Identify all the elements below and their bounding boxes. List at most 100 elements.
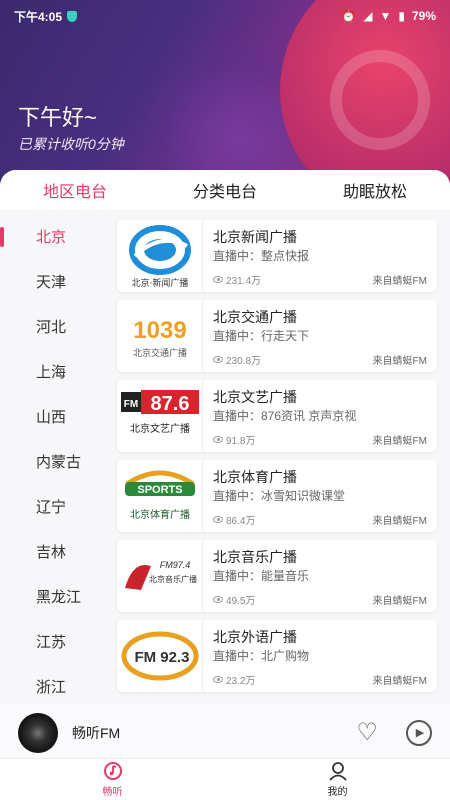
listener-count-value: 231.4万	[226, 276, 262, 287]
station-logo: FM 92.3	[117, 620, 203, 692]
station-now-playing: 直播中：行走天下	[213, 329, 310, 343]
region-item[interactable]: 河北	[0, 305, 100, 350]
status-time: 下午4:05	[14, 9, 63, 24]
station-source: 来自蜻蜓FM	[372, 676, 427, 687]
station-now-playing: 直播中：876资讯 京声京视	[213, 409, 357, 423]
greeting: 下午好~	[18, 105, 97, 130]
mini-player[interactable]: 畅听FM ♡ ▶	[0, 705, 450, 760]
station-card[interactable]: FM 92.3 北京外语广播 直播中：北广购物 23.2万 来自蜻蜓FM	[117, 620, 437, 692]
station-now-playing: 直播中：能量音乐	[213, 569, 310, 583]
listener-count-value: 86.4万	[226, 516, 256, 527]
logo-subtext: 北京体育广播	[130, 508, 190, 521]
region-item[interactable]: 黑龙江	[0, 575, 100, 620]
station-logo: FM97.4 北京音乐广播	[117, 540, 203, 612]
station-name: 北京文艺广播	[213, 389, 297, 405]
svg-text:FM: FM	[124, 399, 138, 410]
logo-text: FM97.4	[160, 560, 191, 570]
tab-sleep[interactable]: 助眠放松	[300, 178, 450, 202]
station-logo: 1039 北京交通广播	[117, 300, 203, 372]
logo-text: 北京·新闻广播	[132, 277, 189, 289]
logo-text: 1039	[133, 317, 186, 344]
status-bar: 下午4:05 ⏰ ◢ ▼ ▮ 79%	[0, 0, 450, 32]
station-source: 来自蜻蜓FM	[372, 436, 427, 447]
station-source: 来自蜻蜓FM	[372, 356, 427, 367]
play-button[interactable]: ▶	[406, 719, 432, 746]
station-card[interactable]: SPORTS 北京体育广播 北京体育广播 直播中：冰雪知识微课堂 86.4万 来…	[117, 460, 437, 532]
listener-count: 91.8万	[213, 432, 255, 447]
user-icon	[328, 762, 347, 781]
station-card[interactable]: 北京·新闻广播 北京新闻广播 直播中：整点快报 231.4万 来自蜻蜓FM	[117, 220, 437, 292]
region-item[interactable]: 吉林	[0, 530, 100, 575]
listener-count: 231.4万	[213, 272, 261, 287]
nav-listen[interactable]: 畅听	[0, 759, 225, 800]
shield-icon	[67, 10, 78, 22]
station-list: 北京·新闻广播 北京新闻广播 直播中：整点快报 231.4万 来自蜻蜓FM 10…	[117, 220, 437, 700]
player-title: 畅听FM	[72, 724, 121, 741]
region-item[interactable]: 内蒙古	[0, 440, 100, 485]
station-source: 来自蜻蜓FM	[372, 516, 427, 527]
nav-mine[interactable]: 我的	[225, 759, 450, 800]
station-card[interactable]: FM 87.6 北京文艺广播 北京文艺广播 直播中：876资讯 京声京视 91.…	[117, 380, 437, 452]
music-note-icon	[103, 762, 122, 780]
station-now-playing: 直播中：整点快报	[213, 249, 310, 263]
station-logo: 北京·新闻广播	[117, 220, 203, 292]
station-logo: FM 87.6 北京文艺广播	[117, 380, 203, 452]
play-icon: ▶	[415, 727, 425, 739]
logo-subtext: 北京交通广播	[133, 347, 187, 359]
listeners-icon	[213, 516, 223, 523]
alarm-icon: ⏰	[341, 9, 357, 23]
listener-count: 86.4万	[213, 512, 255, 527]
favorite-heart-icon[interactable]: ♡	[356, 718, 378, 747]
station-name: 北京外语广播	[213, 629, 297, 645]
station-name: 北京音乐广播	[213, 549, 297, 565]
listener-count-value: 91.8万	[226, 436, 256, 447]
listeners-icon	[213, 596, 223, 603]
logo-text: 87.6	[151, 393, 190, 415]
region-item[interactable]: 北京	[0, 215, 100, 260]
decor-ring	[330, 50, 430, 150]
battery-icon: ▮	[398, 9, 405, 23]
station-name: 北京新闻广播	[213, 229, 297, 245]
listeners-icon	[213, 676, 223, 683]
listeners-icon	[213, 356, 223, 363]
nav-label: 畅听	[102, 787, 123, 798]
region-list: 北京 天津 河北 上海 山西 内蒙古 辽宁 吉林 黑龙江 江苏 浙江	[0, 215, 100, 710]
content-panel: 地区电台 分类电台 助眠放松 北京 天津 河北 上海 山西 内蒙古 辽宁 吉林 …	[0, 170, 450, 715]
tab-category[interactable]: 分类电台	[150, 178, 300, 202]
battery-level: 79%	[411, 9, 436, 23]
nav-label: 我的	[327, 787, 348, 798]
wifi-icon: ▼	[379, 9, 392, 23]
region-item[interactable]: 浙江	[0, 665, 100, 710]
station-now-playing: 直播中：北广购物	[213, 649, 310, 663]
bottom-nav: 畅听 我的	[0, 758, 450, 800]
listener-count-value: 49.5万	[226, 596, 256, 607]
listener-count: 230.8万	[213, 352, 261, 367]
logo-subtext: 北京音乐广播	[149, 574, 197, 584]
listeners-icon	[213, 436, 223, 443]
region-item[interactable]: 辽宁	[0, 485, 100, 530]
tab-bar: 地区电台 分类电台 助眠放松	[0, 170, 450, 210]
region-item[interactable]: 山西	[0, 395, 100, 440]
listeners-icon	[213, 276, 223, 283]
region-item[interactable]: 天津	[0, 260, 100, 305]
logo-subtext: 北京文艺广播	[130, 422, 190, 435]
station-card[interactable]: 1039 北京交通广播 北京交通广播 直播中：行走天下 230.8万 来自蜻蜓F…	[117, 300, 437, 372]
station-card[interactable]: FM97.4 北京音乐广播 北京音乐广播 直播中：能量音乐 49.5万 来自蜻蜓…	[117, 540, 437, 612]
station-source: 来自蜻蜓FM	[372, 276, 427, 287]
album-disc	[18, 712, 58, 753]
station-now-playing: 直播中：冰雪知识微课堂	[213, 489, 346, 503]
region-item[interactable]: 江苏	[0, 620, 100, 665]
listen-summary: 已累计收听0分钟	[18, 136, 124, 152]
region-item[interactable]: 上海	[0, 350, 100, 395]
station-logo: SPORTS 北京体育广播	[117, 460, 203, 532]
logo-text: FM 92.3	[134, 649, 189, 666]
station-name: 北京交通广播	[213, 309, 297, 325]
station-name: 北京体育广播	[213, 469, 297, 485]
signal-icon: ◢	[363, 9, 373, 23]
listener-count-value: 23.2万	[226, 676, 256, 687]
station-source: 来自蜻蜓FM	[372, 596, 427, 607]
listener-count: 49.5万	[213, 592, 255, 607]
logo-text: SPORTS	[137, 484, 182, 496]
tab-region[interactable]: 地区电台	[0, 178, 150, 202]
listener-count-value: 230.8万	[226, 356, 262, 367]
